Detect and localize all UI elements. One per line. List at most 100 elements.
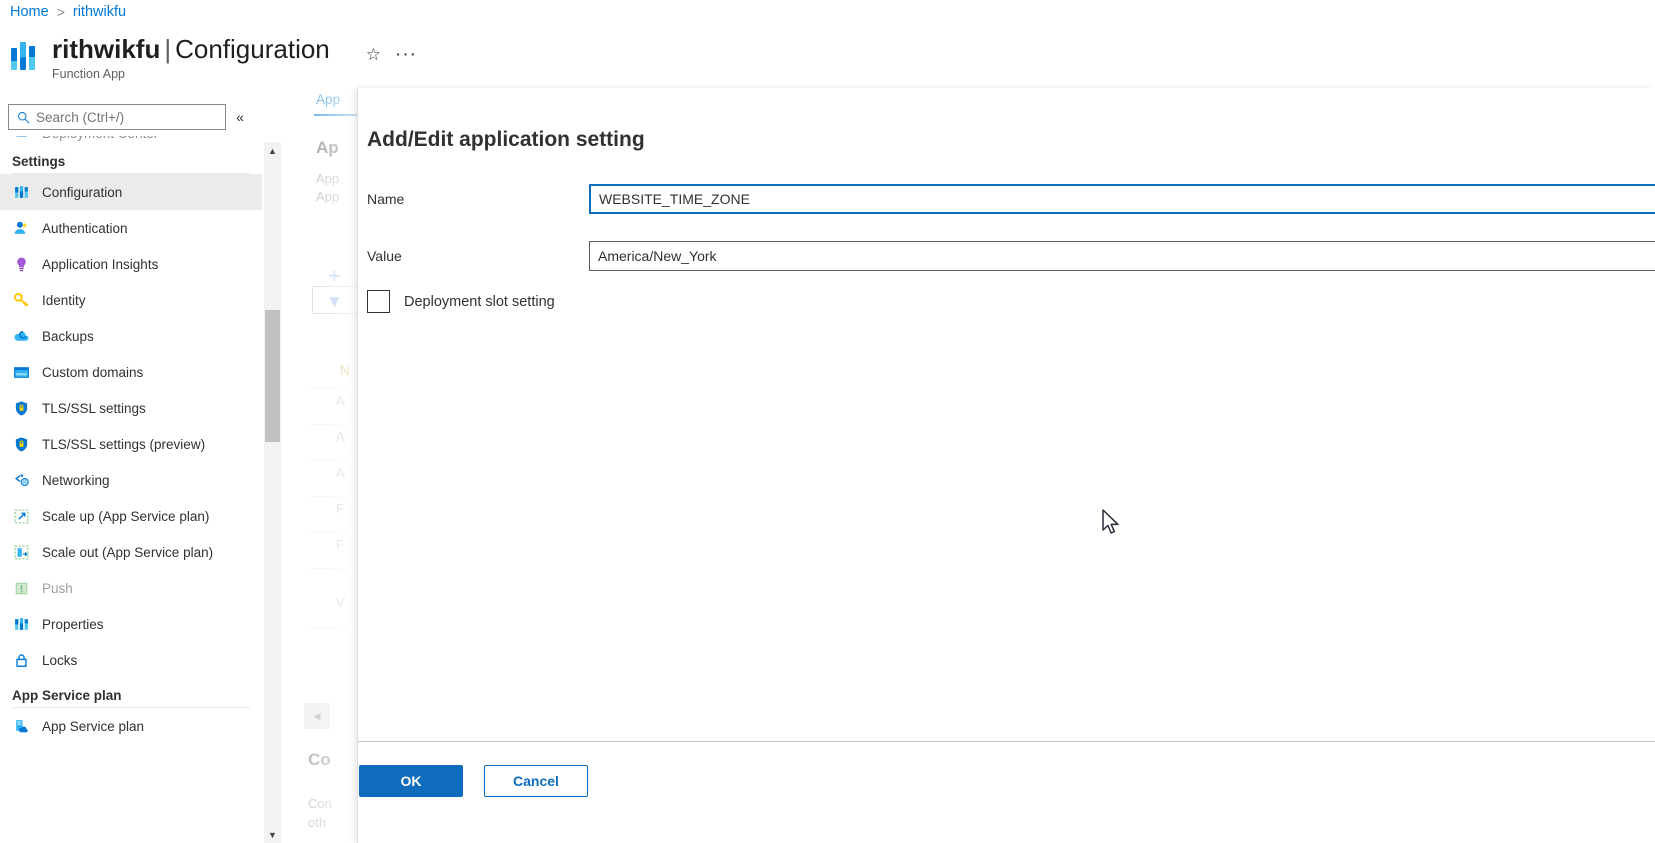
- sidebar-search-row: «: [0, 104, 262, 130]
- sidebar-scroll-region: Deployment Center Settings Configuration: [0, 136, 262, 843]
- sidebar-item-label: Locks: [42, 652, 78, 668]
- sidebar-item-label: Push: [42, 580, 73, 596]
- svg-text:www: www: [16, 372, 27, 377]
- sidebar-item-label: Scale up (App Service plan): [42, 508, 210, 524]
- background-row-cell: A: [336, 429, 345, 444]
- scale-up-icon: [12, 507, 30, 525]
- sidebar-item-tls-ssl-settings-preview[interactable]: TLS/SSL settings (preview): [0, 426, 262, 462]
- scale-out-icon: [12, 543, 30, 561]
- sidebar-item-push[interactable]: Push: [0, 570, 262, 606]
- sidebar-item-properties[interactable]: Properties: [0, 606, 262, 642]
- sidebar-item-label: Authentication: [42, 220, 128, 236]
- key-icon: [12, 291, 30, 309]
- sidebar-item-label: Configuration: [42, 184, 123, 200]
- deployment-slot-setting-label: Deployment slot setting: [404, 293, 555, 310]
- cloud-backup-icon: [12, 327, 30, 345]
- sidebar-item-tls-ssl-settings[interactable]: TLS/SSL settings: [0, 390, 262, 426]
- chevron-double-left-icon[interactable]: «: [226, 109, 254, 125]
- sidebar-item-label: TLS/SSL settings: [42, 400, 146, 416]
- dialog-footer-divider: [358, 741, 1655, 742]
- star-icon[interactable]: ☆: [366, 46, 381, 63]
- value-field-label: Value: [367, 248, 402, 264]
- sidebar-item-app-service-plan[interactable]: App Service plan: [0, 708, 262, 744]
- shield-lock-icon: [12, 435, 30, 453]
- sidebar-item-label: Application Insights: [42, 256, 159, 272]
- page-header: rithwikfu | Configuration Function App ☆ ·…: [10, 33, 417, 81]
- user-add-icon: [12, 219, 30, 237]
- sidebar-item-label: Deployment Center: [42, 136, 158, 141]
- sidebar-item-custom-domains[interactable]: www Custom domains: [0, 354, 262, 390]
- www-icon: www: [12, 363, 30, 381]
- background-paragraph-line1: App: [316, 171, 340, 186]
- breadcrumb-home-link[interactable]: Home: [10, 4, 49, 20]
- page-title-resource: rithwikfu: [52, 34, 161, 64]
- search-box[interactable]: [8, 104, 226, 130]
- sidebar-item-application-insights[interactable]: Application Insights: [0, 246, 262, 282]
- dialog-title: Add/Edit application setting: [367, 128, 645, 151]
- chevron-left-icon[interactable]: ◀: [304, 703, 330, 729]
- background-row-cell: V: [336, 595, 345, 610]
- add-edit-application-setting-dialog: Add/Edit application setting Name Value …: [357, 88, 1655, 843]
- cancel-button[interactable]: Cancel: [484, 765, 588, 797]
- background-paragraph-line2: App: [316, 189, 340, 204]
- sidebar-item-label: TLS/SSL settings (preview): [42, 436, 206, 452]
- sidebar-item-networking[interactable]: Networking: [0, 462, 262, 498]
- sidebar-item-label: Properties: [42, 616, 104, 632]
- breadcrumb-current-link[interactable]: rithwikfu: [73, 4, 126, 20]
- cloud-deploy-icon: [12, 136, 30, 142]
- ok-button[interactable]: OK: [359, 765, 463, 797]
- page-title-pipe: |: [164, 34, 172, 64]
- sidebar-item-identity[interactable]: Identity: [0, 282, 262, 318]
- sidebar-item-label: Scale out (App Service plan): [42, 544, 214, 560]
- network-icon: [12, 471, 30, 489]
- page-subtitle: Function App: [52, 67, 125, 81]
- background-tab-application-settings[interactable]: App: [316, 92, 340, 107]
- sidebar-item-configuration[interactable]: Configuration: [0, 174, 262, 210]
- search-input[interactable]: [36, 109, 217, 125]
- value-field-row: Value: [367, 241, 1655, 271]
- name-input[interactable]: [589, 184, 1655, 214]
- server-cloud-icon: [12, 717, 30, 735]
- sidebar-scrollbar[interactable]: ▲ ▼: [264, 142, 281, 843]
- sidebar-item-deployment-center[interactable]: Deployment Center: [0, 136, 262, 144]
- sidebar-item-label: Backups: [42, 328, 94, 344]
- background-section-heading: Co: [308, 750, 331, 769]
- sidebar: « Deployment Center Settings: [0, 104, 262, 843]
- name-field-row: Name: [367, 184, 1655, 214]
- sidebar-item-scale-up[interactable]: Scale up (App Service plan): [0, 498, 262, 534]
- push-icon: [12, 579, 30, 597]
- name-field-label: Name: [367, 191, 405, 207]
- sidebar-scrollbar-thumb[interactable]: [265, 310, 280, 442]
- sidebar-item-locks[interactable]: Locks: [0, 642, 262, 678]
- chevron-down-icon[interactable]: ▼: [264, 826, 281, 843]
- background-row-cell: F: [336, 501, 344, 516]
- filter-icon[interactable]: ▼: [326, 292, 343, 312]
- chevron-up-icon[interactable]: ▲: [264, 142, 281, 159]
- search-icon: [18, 111, 30, 124]
- background-heading: Ap: [316, 138, 339, 157]
- background-column-header[interactable]: N: [340, 363, 350, 378]
- page-title-section: Configuration: [175, 34, 330, 64]
- background-row-cell: A: [336, 393, 345, 408]
- sidebar-item-authentication[interactable]: Authentication: [0, 210, 262, 246]
- sidebar-group-app-service-plan: App Service plan: [12, 688, 122, 703]
- sidebar-item-scale-out[interactable]: Scale out (App Service plan): [0, 534, 262, 570]
- sidebar-item-label: Identity: [42, 292, 86, 308]
- dialog-footer-buttons: OK Cancel: [359, 765, 588, 797]
- sliders-icon: [12, 615, 30, 633]
- sidebar-item-backups[interactable]: Backups: [0, 318, 262, 354]
- ellipsis-icon[interactable]: ···: [395, 45, 417, 64]
- sidebar-item-label: App Service plan: [42, 718, 145, 734]
- shield-lock-icon: [12, 399, 30, 417]
- background-section-paragraph-line2: oth: [308, 815, 327, 830]
- sidebar-item-label: Custom domains: [42, 364, 144, 380]
- page-title: rithwikfu | Configuration: [52, 33, 330, 65]
- sidebar-item-label: Networking: [42, 472, 110, 488]
- breadcrumb: Home > rithwikfu: [10, 4, 126, 20]
- deployment-slot-setting-checkbox[interactable]: [367, 290, 390, 313]
- azure-portal-page: Home > rithwikfu rithwikfu | Configuration…: [0, 0, 1655, 843]
- value-input[interactable]: [589, 241, 1655, 271]
- background-row-cell: F: [336, 537, 344, 552]
- sidebar-group-settings: Settings: [12, 154, 66, 169]
- background-row-cell: A: [336, 465, 345, 480]
